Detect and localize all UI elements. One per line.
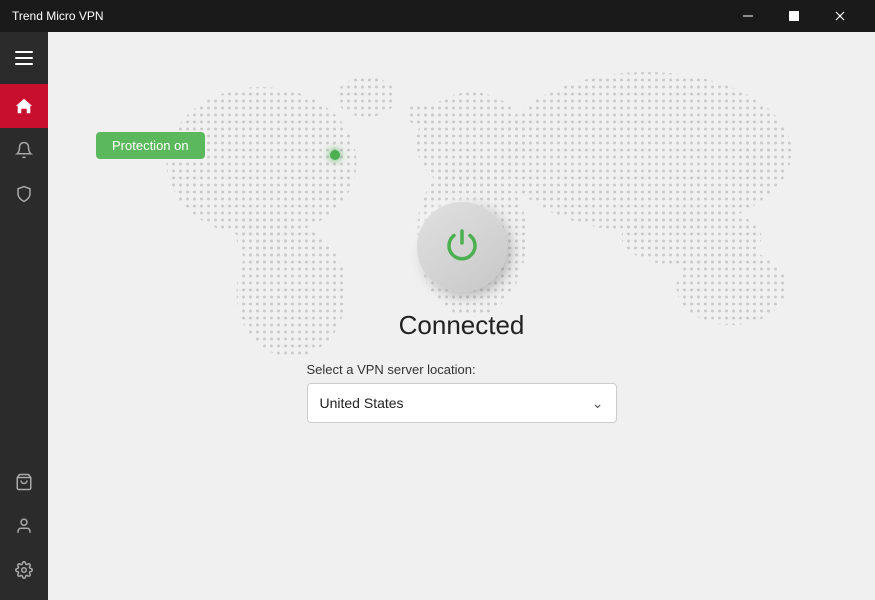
account-icon [15,517,33,535]
shield-icon [15,185,33,203]
vpn-location-dropdown[interactable]: United States ⌄ [307,383,617,423]
sidebar-item-shield[interactable] [0,172,48,216]
sidebar-bottom [15,460,33,600]
connected-text: Connected [399,310,525,341]
sidebar-item-account[interactable] [15,504,33,548]
sidebar-item-alerts[interactable] [0,128,48,172]
titlebar: Trend Micro VPN [0,0,875,32]
app-body: Protection on [0,32,875,600]
chevron-down-icon: ⌄ [592,395,604,412]
sidebar-item-settings[interactable] [15,548,33,592]
location-dot [330,150,340,160]
window-controls [725,0,863,32]
power-button[interactable] [417,202,507,292]
vpn-selected-value: United States [320,395,404,411]
sidebar-item-home[interactable] [0,84,48,128]
sidebar-item-store[interactable] [15,460,33,504]
app-title: Trend Micro VPN [12,9,725,23]
sidebar [0,32,48,600]
hamburger-icon [15,57,33,59]
maximize-button[interactable] [771,0,817,32]
main-content: Protection on [48,32,875,600]
hamburger-icon [15,51,33,53]
hamburger-icon [15,63,33,65]
settings-icon [15,561,33,579]
power-button-wrap [417,202,507,292]
sidebar-menu-button[interactable] [4,40,44,76]
bell-icon [15,141,33,159]
close-button[interactable] [817,0,863,32]
power-icon [440,225,484,269]
protection-badge: Protection on [96,132,205,159]
map-container: Connected Select a VPN server location: … [48,32,875,600]
store-icon [15,473,33,491]
vpn-selector-wrap: Select a VPN server location: United Sta… [307,362,617,423]
vpn-selector-label: Select a VPN server location: [307,362,476,377]
sidebar-nav [0,84,48,460]
home-icon [15,97,33,115]
minimize-button[interactable] [725,0,771,32]
